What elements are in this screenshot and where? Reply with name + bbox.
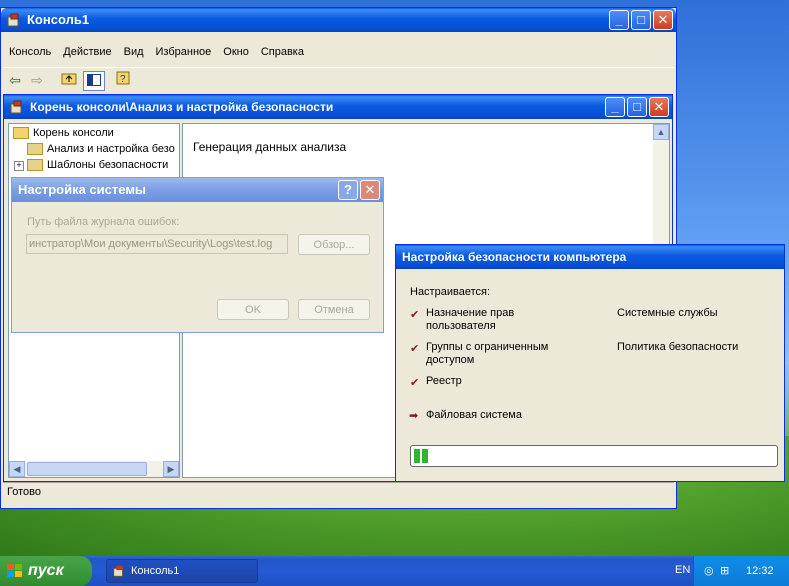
maximize-button[interactable]: □ — [631, 10, 651, 30]
up-folder-icon[interactable] — [59, 71, 79, 89]
expand-icon[interactable]: + — [14, 161, 24, 171]
menu-window[interactable]: Окно — [217, 43, 255, 63]
arrow-right-icon: ➡ — [409, 410, 419, 422]
help-button[interactable]: ? — [338, 180, 358, 200]
item-system-services: Системные службы — [617, 307, 718, 319]
security-progress-dialog: Настройка безопасности компьютера Настра… — [395, 244, 785, 482]
mmc-icon — [7, 13, 19, 27]
help-book-icon[interactable]: ? — [113, 71, 133, 89]
minimize-button[interactable]: _ — [609, 10, 629, 30]
toolbar: ⇦ ⇨ ? — [3, 67, 674, 92]
templates-icon — [27, 159, 43, 172]
child-close-button[interactable]: ✕ — [649, 97, 669, 117]
clock: 12:32 — [746, 565, 774, 577]
system-config-title: Настройка системы — [18, 182, 147, 197]
start-label: пуск — [28, 562, 64, 579]
item-file-system: Файловая система — [426, 409, 522, 421]
tree-item-analysis-label: Анализ и настройка безо — [47, 143, 175, 155]
system-config-titlebar[interactable]: Настройка системы ? ✕ — [12, 178, 383, 202]
windows-logo-icon — [7, 564, 22, 577]
status-text: Готово — [7, 486, 41, 498]
scroll-right-icon[interactable]: ▶ — [163, 461, 179, 477]
taskbar: пуск Консоль1 EN ◎ ⊞ 12:32 — [0, 556, 789, 586]
back-arrow-icon[interactable]: ⇦ — [5, 71, 25, 89]
tray-network-icon[interactable]: ◎ — [704, 556, 714, 586]
tree-root-label: Корень консоли — [33, 127, 114, 139]
result-text: Генерация данных анализа — [193, 140, 347, 154]
check-icon: ✔ — [410, 377, 420, 389]
taskbar-item-console[interactable]: Консоль1 — [106, 559, 258, 583]
cancel-button[interactable]: Отмена — [298, 299, 370, 320]
child-maximize-button[interactable]: □ — [627, 97, 647, 117]
progress-bar — [410, 445, 778, 467]
menu-console[interactable]: Консоль — [3, 43, 57, 63]
system-tray: ◎ ⊞ 12:32 — [693, 556, 789, 586]
tree-item-templates[interactable]: Шаблоны безопасности — [27, 157, 168, 173]
scroll-up-icon[interactable]: ▲ — [653, 124, 669, 140]
child-minimize-button[interactable]: _ — [605, 97, 625, 117]
menu-help[interactable]: Справка — [255, 43, 310, 63]
configuring-label: Настраивается: — [410, 286, 490, 298]
tree-item-templates-label: Шаблоны безопасности — [47, 159, 169, 171]
item-user-rights: Назначение прав пользователя — [426, 307, 515, 332]
item-security-policy: Политика безопасности — [617, 341, 739, 353]
progress-block — [414, 449, 420, 463]
menu-bar: Консоль Действие Вид Избранное Окно Спра… — [3, 43, 674, 63]
language-indicator[interactable]: EN — [675, 564, 690, 576]
tree-root[interactable]: Корень консоли — [13, 125, 114, 141]
menu-favorites[interactable]: Избранное — [150, 43, 218, 63]
menu-view[interactable]: Вид — [118, 43, 150, 63]
svg-text:?: ? — [120, 74, 126, 85]
item-restricted-groups: Группы с ограниченным доступом — [426, 341, 549, 366]
progress-fill — [414, 449, 428, 463]
tray-security-icon[interactable]: ⊞ — [720, 556, 729, 586]
close-button[interactable]: ✕ — [653, 10, 673, 30]
log-path-field[interactable]: инстратор\Мои документы\Security\Logs\te… — [26, 234, 288, 254]
main-titlebar[interactable]: Консоль1 _ □ ✕ — [1, 8, 676, 32]
check-icon: ✔ — [410, 343, 420, 355]
scroll-thumb[interactable] — [27, 462, 147, 476]
log-path-label: Путь файла журнала ошибок: — [27, 216, 180, 228]
forward-arrow-icon[interactable]: ⇨ — [27, 71, 47, 89]
dialog-close-button[interactable]: ✕ — [360, 180, 380, 200]
status-bar: Готово — [3, 482, 674, 503]
mmc-icon — [113, 565, 123, 577]
progress-titlebar[interactable]: Настройка безопасности компьютера — [396, 245, 784, 269]
folder-icon — [13, 127, 29, 140]
tree-item-analysis[interactable]: Анализ и настройка безо — [27, 141, 175, 157]
check-icon: ✔ — [410, 309, 420, 321]
main-title: Консоль1 — [27, 12, 90, 27]
browse-button[interactable]: Обзор... — [298, 234, 370, 255]
system-config-dialog: Настройка системы ? ✕ Путь файла журнала… — [11, 177, 384, 333]
snapin-icon — [10, 100, 22, 114]
progress-block — [422, 449, 428, 463]
taskbar-item-label: Консоль1 — [131, 565, 180, 577]
security-icon — [27, 143, 43, 156]
menu-action[interactable]: Действие — [57, 43, 117, 63]
child-titlebar[interactable]: Корень консоли\Анализ и настройка безопа… — [4, 95, 672, 119]
item-registry: Реестр — [426, 375, 462, 387]
scroll-left-icon[interactable]: ◀ — [9, 461, 25, 477]
child-title: Корень консоли\Анализ и настройка безопа… — [30, 100, 334, 114]
start-button[interactable]: пуск — [0, 556, 92, 586]
tree-hscrollbar[interactable]: ◀ ▶ — [9, 461, 179, 477]
ok-button[interactable]: OK — [217, 299, 289, 320]
progress-title: Настройка безопасности компьютера — [402, 250, 627, 264]
show-tree-icon[interactable] — [83, 71, 105, 91]
